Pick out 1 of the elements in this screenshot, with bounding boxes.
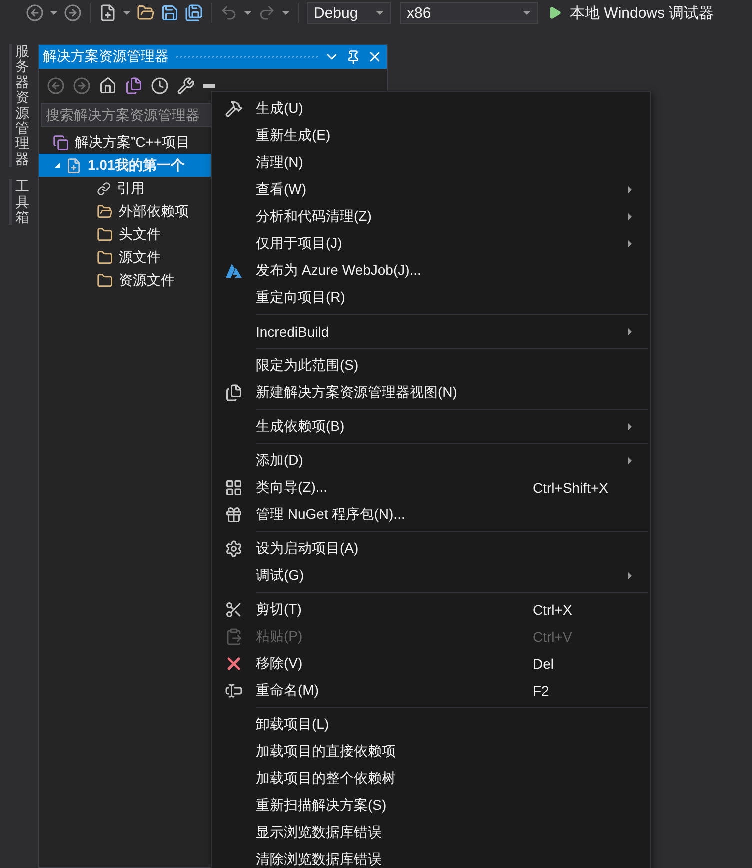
panel-title: 解决方案资源管理器 [43, 48, 169, 66]
